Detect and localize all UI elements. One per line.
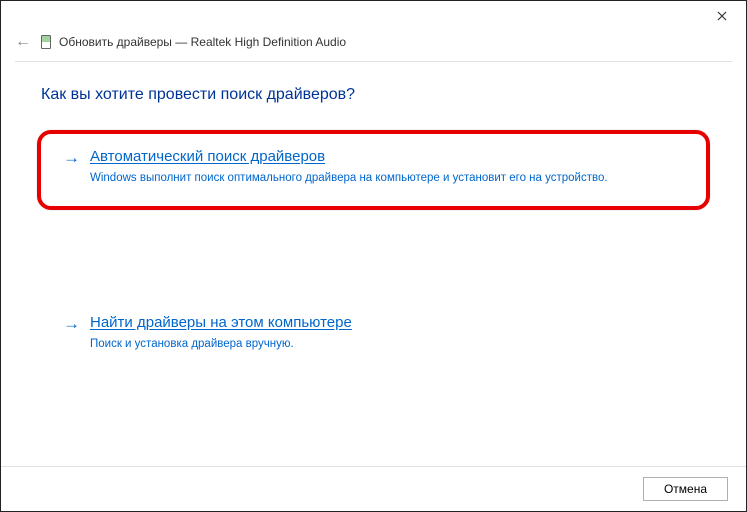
option-manual-title: Найти драйверы на этом компьютере: [90, 312, 684, 333]
header-title: Обновить драйверы — Realtek High Definit…: [59, 35, 346, 49]
arrow-right-icon: →: [63, 148, 80, 168]
back-arrow-icon: ←: [15, 33, 31, 51]
option-auto-title: Автоматический поиск драйверов: [90, 146, 684, 167]
page-heading: Как вы хотите провести поиск драйверов?: [41, 86, 706, 104]
option-manual-search[interactable]: → Найти драйверы на этом компьютере Поис…: [41, 298, 706, 370]
header-row: ← Обновить драйверы — Realtek High Defin…: [1, 29, 746, 55]
content: Как вы хотите провести поиск драйверов? …: [1, 62, 746, 370]
option-auto-search[interactable]: → Автоматический поиск драйверов Windows…: [37, 130, 710, 210]
cancel-button[interactable]: Отмена: [643, 477, 728, 501]
update-drivers-dialog: ← Обновить драйверы — Realtek High Defin…: [0, 0, 747, 512]
option-manual-desc: Поиск и установка драйвера вручную.: [90, 337, 684, 352]
footer: Отмена: [1, 466, 746, 511]
device-icon: [41, 35, 51, 49]
close-button[interactable]: [708, 5, 736, 27]
option-auto-desc: Windows выполнит поиск оптимального драй…: [90, 171, 684, 186]
arrow-right-icon: →: [63, 314, 80, 334]
